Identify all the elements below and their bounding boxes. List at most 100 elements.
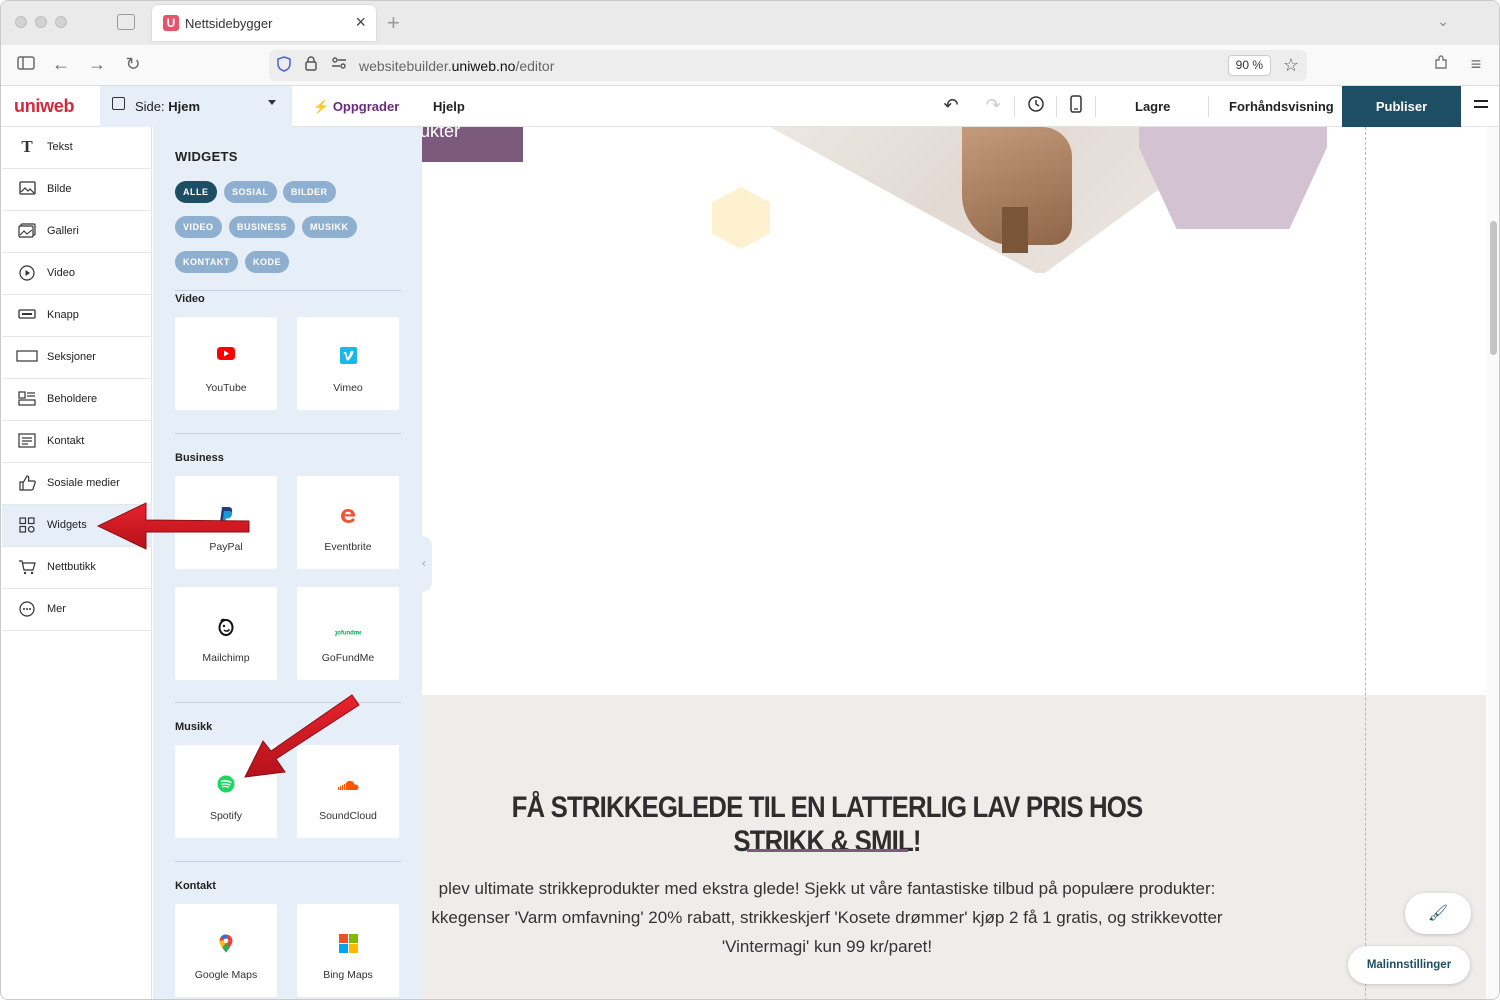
filter-chip-kontakt[interactable]: KONTAKT: [175, 251, 238, 273]
widget-card-spotify[interactable]: Spotify: [175, 745, 277, 838]
save-button[interactable]: Lagre: [1135, 99, 1170, 114]
url-text[interactable]: websitebuilder.uniweb.no/editor: [359, 58, 554, 74]
sidebar-item-bilde[interactable]: Bilde: [2, 169, 152, 211]
filter-chip-musikk[interactable]: MUSIKK: [302, 216, 357, 238]
canvas-scrollbar[interactable]: [1487, 127, 1499, 999]
hero-button[interactable]: ukter: [422, 127, 523, 162]
reload-icon[interactable]: ↻: [121, 54, 145, 75]
browser-menu-icon[interactable]: ≡: [1464, 54, 1488, 75]
tab-list-chevron-icon[interactable]: ⌄: [1437, 13, 1449, 30]
sidebar-item-label: Widgets: [47, 519, 87, 531]
sidebar-item-label: Seksjoner: [47, 351, 96, 363]
preview-button[interactable]: Forhåndsvisning: [1229, 99, 1334, 114]
filter-chip-video[interactable]: VIDEO: [175, 216, 222, 238]
window-close-dot[interactable]: [15, 16, 27, 28]
sidebar-item-label: Kontakt: [47, 435, 85, 447]
section-divider: [175, 433, 401, 434]
promo-body-text[interactable]: plev ultimate strikkeprodukter med ekstr…: [422, 874, 1272, 961]
lock-icon[interactable]: [305, 56, 317, 75]
soundcloud-icon: [297, 778, 399, 798]
sidebar-item-label: Nettbutikk: [47, 561, 96, 573]
section-divider: [175, 861, 401, 862]
template-settings-button[interactable]: Malinnstillinger: [1348, 946, 1470, 984]
window-zoom-dot[interactable]: [55, 16, 67, 28]
sidebar-item-mer[interactable]: Mer: [2, 589, 152, 631]
widget-card-bing-maps[interactable]: Bing Maps: [297, 904, 399, 997]
back-arrow-icon[interactable]: ←: [49, 54, 73, 75]
tab-overview-icon[interactable]: [117, 14, 135, 30]
address-bar[interactable]: websitebuilder.uniweb.no/editor 90 % ☆: [269, 50, 1307, 81]
lightning-icon: ⚡: [313, 99, 330, 114]
widget-card-vimeo[interactable]: Vimeo: [297, 317, 399, 410]
bookmark-star-icon[interactable]: ☆: [1283, 55, 1299, 76]
bing-maps-icon: [297, 934, 399, 954]
filter-chip-alle[interactable]: ALLE: [175, 181, 217, 203]
widget-card-mailchimp[interactable]: Mailchimp: [175, 587, 277, 680]
promo-section[interactable]: FÅ STRIKKEGLEDE TIL EN LATTERLIG LAV PRI…: [422, 695, 1486, 999]
undo-icon[interactable]: ↶: [940, 95, 962, 116]
shield-icon[interactable]: [277, 56, 291, 76]
sidebar-item-widgets[interactable]: Widgets: [2, 505, 152, 547]
container-icon: [18, 391, 36, 407]
cart-icon: [18, 559, 36, 575]
widget-card-youtube[interactable]: YouTube: [175, 317, 277, 410]
mobile-preview-icon[interactable]: [1065, 95, 1087, 118]
widget-card-google-maps[interactable]: Google Maps: [175, 904, 277, 997]
toolbar-divider: [1056, 96, 1057, 117]
widgets-icon: [18, 517, 36, 533]
sidebar-toggle-icon[interactable]: [14, 54, 38, 75]
editor-toolbar: uniweb Side: Hjem ⚡ Oppgrader Hjelp ↶ ↷ …: [1, 86, 1499, 127]
layout-guide-line: [1365, 127, 1366, 999]
sidebar-item-label: Bilde: [47, 183, 72, 195]
toolbar-divider: [1208, 96, 1209, 117]
extensions-icon[interactable]: [1429, 54, 1453, 75]
mailchimp-icon: [175, 617, 277, 637]
window-minimize-dot[interactable]: [35, 16, 47, 28]
page-selector[interactable]: Side: Hjem: [100, 86, 292, 127]
section-divider: [175, 290, 401, 291]
filter-chip-kode[interactable]: KODE: [245, 251, 290, 273]
panel-title: WIDGETS: [175, 149, 238, 164]
sidebar-item-tekst[interactable]: T Tekst: [2, 127, 152, 169]
sidebar-item-galleri[interactable]: Galleri: [2, 211, 152, 253]
editor-canvas[interactable]: ukter FÅ STRIKKEGLEDE TIL EN LATTERLIG L…: [422, 127, 1486, 999]
uniweb-logo[interactable]: uniweb: [14, 96, 75, 117]
sidebar-item-nettbutikk[interactable]: Nettbutikk: [2, 547, 152, 589]
editor-menu-icon[interactable]: [1474, 100, 1488, 112]
browser-tab[interactable]: U Nettsidebygger ×: [152, 5, 376, 41]
site-permissions-icon[interactable]: [331, 56, 347, 74]
widget-card-paypal[interactable]: PayPal: [175, 476, 277, 569]
filter-chip-business[interactable]: BUSINESS: [229, 216, 296, 238]
sidebar-item-kontakt[interactable]: Kontakt: [2, 421, 152, 463]
text-icon: T: [21, 137, 33, 156]
filter-chip-sosial[interactable]: SOSIAL: [224, 181, 277, 203]
sidebar-item-seksjoner[interactable]: Seksjoner: [2, 337, 152, 379]
upgrade-button[interactable]: ⚡ Oppgrader: [313, 99, 399, 115]
redo-icon[interactable]: ↷: [982, 95, 1004, 116]
browser-window: U Nettsidebygger × + ⌄ ← → ↻ websitebuil…: [0, 0, 1500, 1000]
sidebar-item-label: Mer: [47, 603, 66, 615]
new-tab-icon[interactable]: +: [387, 10, 400, 36]
design-brush-button[interactable]: 🖌: [1405, 893, 1471, 934]
widget-card-eventbrite[interactable]: Eventbrite: [297, 476, 399, 569]
sidebar-item-beholdere[interactable]: Beholdere: [2, 379, 152, 421]
tab-close-icon[interactable]: ×: [355, 12, 366, 33]
widget-card-gofundme[interactable]: gofundme GoFundMe: [297, 587, 399, 680]
panel-collapse-handle[interactable]: ‹: [422, 536, 432, 592]
sidebar-item-video[interactable]: Video: [2, 253, 152, 295]
sidebar-item-label: Knapp: [47, 309, 79, 321]
widget-card-label: GoFundMe: [321, 652, 375, 664]
scrollbar-thumb[interactable]: [1490, 221, 1497, 355]
history-clock-icon[interactable]: [1025, 95, 1047, 118]
publish-button[interactable]: Publiser: [1342, 86, 1461, 127]
help-button[interactable]: Hjelp: [433, 99, 465, 114]
section-divider: [175, 702, 401, 703]
filter-chip-bilder[interactable]: BILDER: [283, 181, 336, 203]
sidebar-item-sosiale-medier[interactable]: Sosiale medier: [2, 463, 152, 505]
section-title-video: Video: [175, 293, 205, 305]
sidebar-item-knapp[interactable]: Knapp: [2, 295, 152, 337]
widget-card-soundcloud[interactable]: SoundCloud: [297, 745, 399, 838]
zoom-level-badge[interactable]: 90 %: [1227, 55, 1271, 76]
toolbar-divider: [1095, 96, 1096, 117]
forward-arrow-icon[interactable]: →: [85, 54, 109, 75]
